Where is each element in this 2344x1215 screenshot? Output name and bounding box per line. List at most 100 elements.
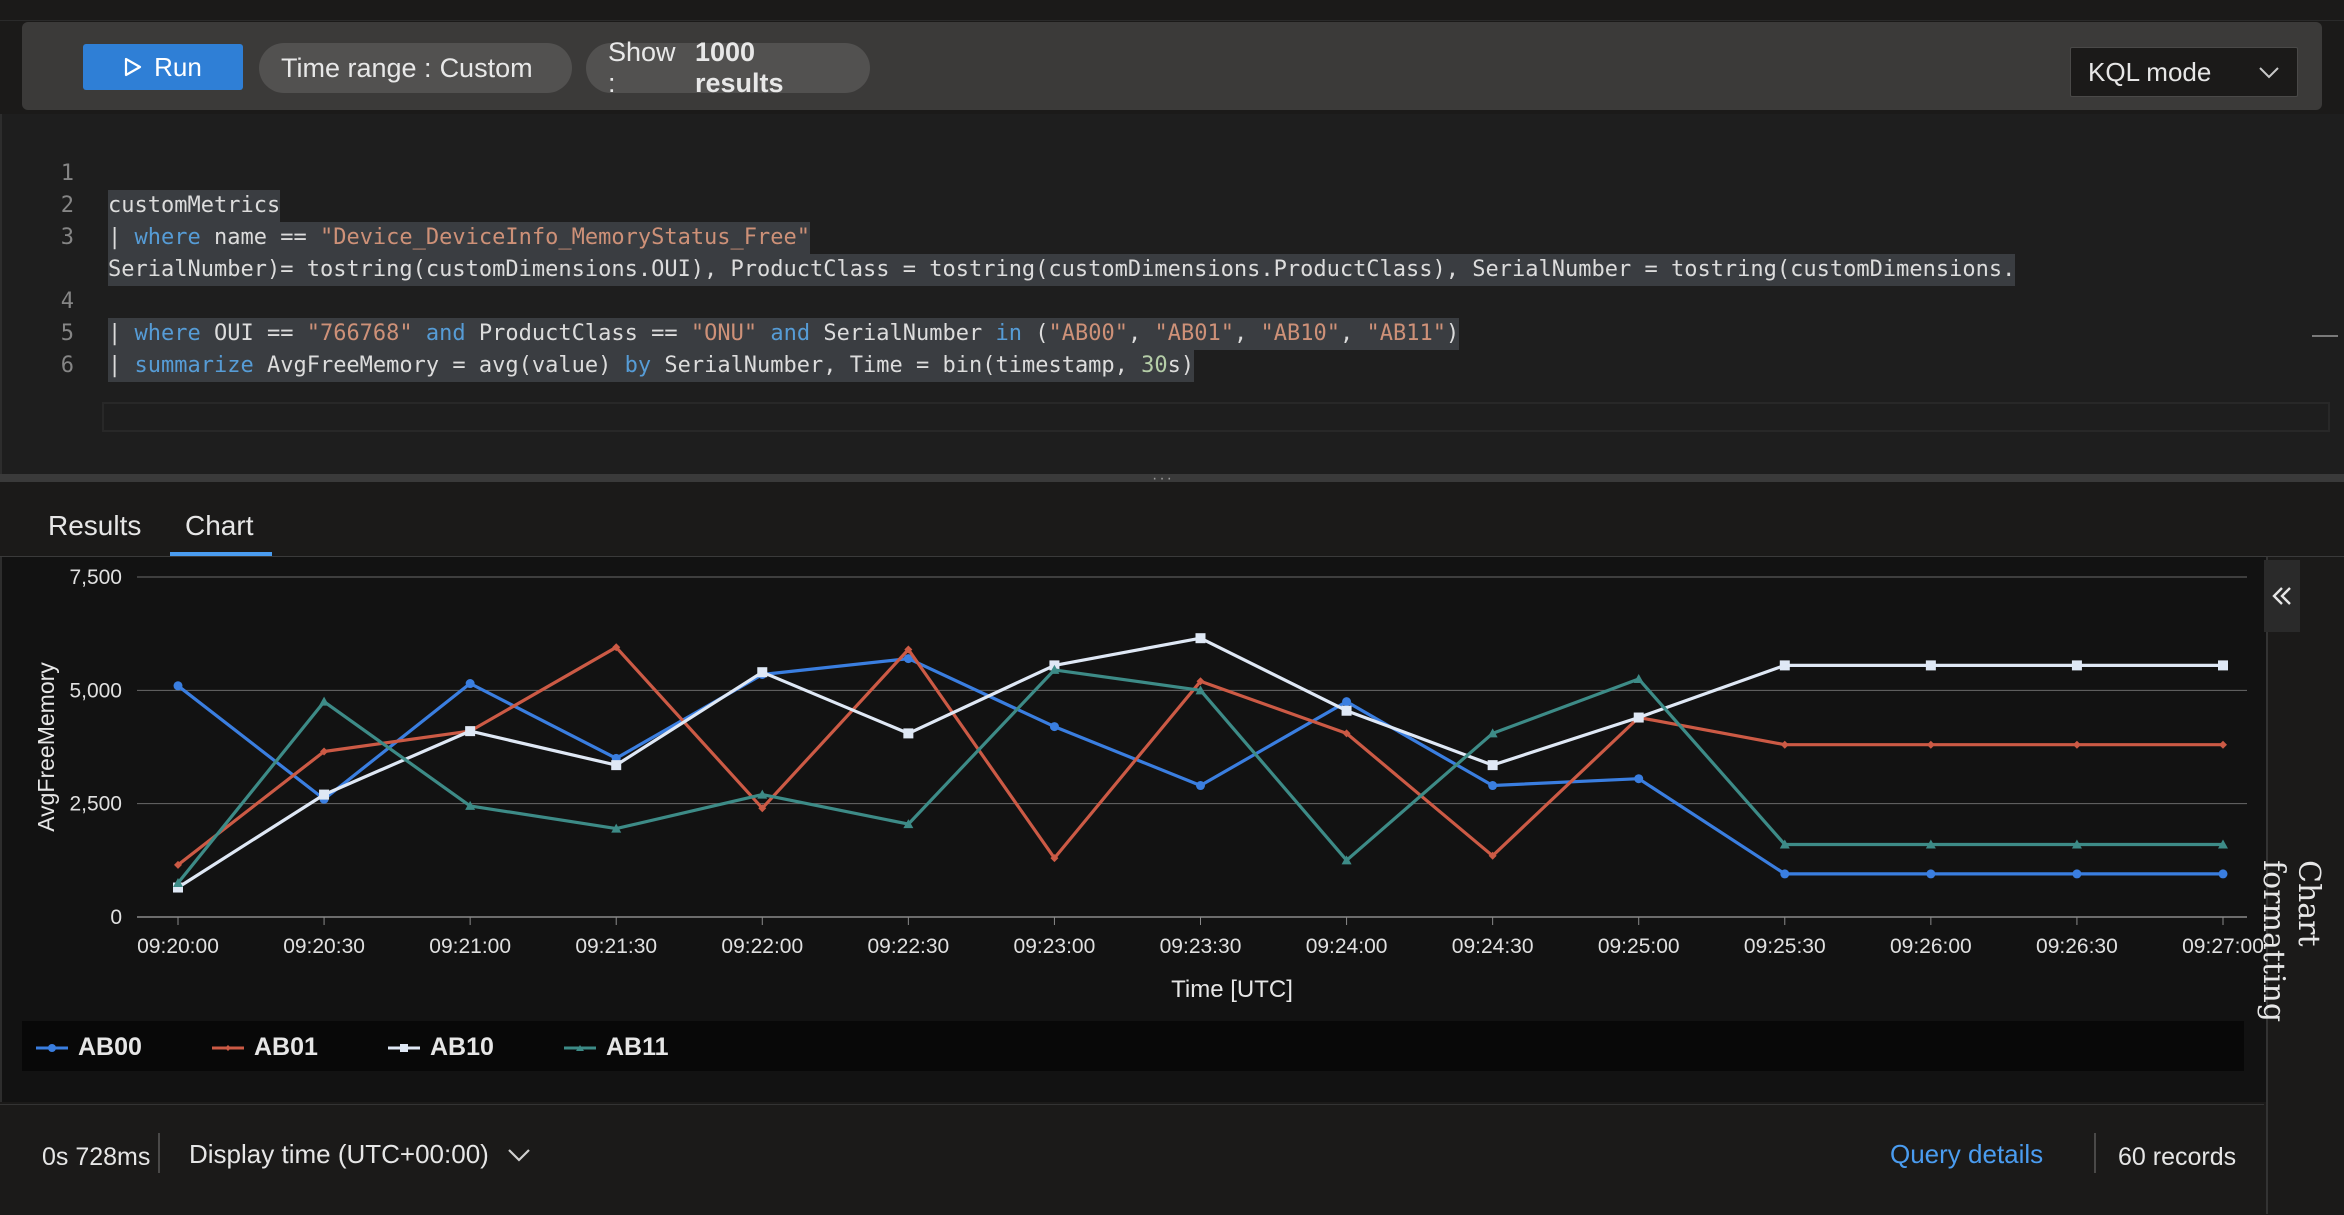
data-point-ab00 bbox=[2218, 869, 2228, 879]
code-text: | where OUI == "766768" and ProductClass… bbox=[108, 318, 1460, 350]
play-icon bbox=[125, 57, 142, 77]
data-point-ab00 bbox=[1488, 781, 1498, 791]
tab-results[interactable]: Results bbox=[48, 510, 141, 542]
data-point-ab00 bbox=[2072, 869, 2082, 879]
legend-swatch-icon bbox=[36, 1043, 68, 1052]
query-mode-select[interactable]: KQL mode bbox=[2070, 47, 2298, 97]
query-editor[interactable]: 1 customMetrics 2 | where name == "Devic… bbox=[0, 114, 2344, 571]
data-point-ab00 bbox=[1342, 697, 1352, 707]
code-line: 1 customMetrics bbox=[2, 126, 281, 222]
y-tick-label: 5,000 bbox=[69, 679, 122, 702]
data-point-ab10 bbox=[2071, 660, 2082, 671]
time-range-picker[interactable]: Time range : Custom bbox=[259, 43, 572, 93]
double-chevron-left-icon bbox=[2272, 587, 2291, 605]
data-point-ab01 bbox=[2072, 740, 2081, 749]
legend-label: AB11 bbox=[606, 1033, 669, 1061]
record-count: 60 records bbox=[2118, 1143, 2237, 1171]
legend-swatch-icon bbox=[564, 1044, 596, 1051]
status-bar: 0s 728ms Display time (UTC+00:00) Query … bbox=[0, 1104, 2264, 1215]
top-strip bbox=[0, 0, 2344, 21]
code-line: 4 | where OUI == "766768" and ProductCla… bbox=[2, 254, 1460, 350]
data-point-ab11 bbox=[1633, 674, 1644, 683]
data-point-ab00 bbox=[1049, 722, 1059, 732]
data-point-ab00 bbox=[1926, 869, 1936, 879]
x-tick-label: 09:25:30 bbox=[1744, 935, 1826, 958]
data-point-ab00 bbox=[1196, 781, 1205, 791]
data-point-ab10 bbox=[1341, 705, 1352, 716]
legend-item-ab01[interactable]: AB01 bbox=[212, 1033, 318, 1062]
legend-swatch-icon bbox=[388, 1043, 420, 1052]
divider bbox=[158, 1133, 160, 1173]
data-point-ab10 bbox=[465, 726, 476, 737]
data-point-ab01 bbox=[2219, 740, 2227, 749]
x-tick-label: 09:22:30 bbox=[867, 935, 949, 958]
data-point-ab10 bbox=[1633, 712, 1644, 723]
legend-item-ab00[interactable]: AB00 bbox=[36, 1033, 142, 1062]
data-point-ab01 bbox=[1926, 740, 1935, 749]
data-point-ab10 bbox=[611, 760, 622, 771]
data-point-ab10 bbox=[757, 667, 768, 678]
result-limit-picker[interactable]: Show : 1000 results bbox=[586, 37, 870, 98]
x-tick-label: 09:21:00 bbox=[429, 935, 511, 958]
data-point-ab10 bbox=[2218, 660, 2228, 671]
query-mode-value: KQL mode bbox=[2088, 56, 2212, 87]
y-tick-label: 7,500 bbox=[69, 566, 122, 589]
code-line: 6 bbox=[2, 318, 74, 378]
code-text: SerialNumber) bbox=[108, 254, 281, 286]
code-line: 3 | extend OUI = tostring(customDimensio… bbox=[2, 190, 2016, 286]
query-duration: 0s 728ms bbox=[42, 1143, 151, 1171]
current-line-highlight bbox=[102, 402, 2330, 432]
display-time-dropdown[interactable]: Display time (UTC+00:00) bbox=[189, 1139, 531, 1170]
x-tick-label: 09:26:30 bbox=[2036, 935, 2118, 958]
legend-item-ab11[interactable]: AB11 bbox=[564, 1033, 669, 1062]
tab-chart[interactable]: Chart bbox=[185, 510, 253, 542]
display-time-label: Display time (UTC+00:00) bbox=[189, 1139, 489, 1169]
x-axis-title: Time [UTC] bbox=[1171, 976, 1293, 1003]
x-tick-label: 09:20:30 bbox=[283, 935, 365, 958]
x-tick-label: 09:22:00 bbox=[721, 935, 803, 958]
x-tick-label: 09:23:00 bbox=[1014, 935, 1096, 958]
divider bbox=[2094, 1133, 2096, 1173]
code-line-wrapped: SerialNumber) bbox=[2, 222, 281, 286]
data-point-ab00 bbox=[1780, 869, 1790, 879]
x-tick-label: 09:26:00 bbox=[1890, 935, 1972, 958]
result-limit-label: Show : bbox=[608, 37, 676, 98]
chart-legend: AB00 AB01 AB10 AB11 bbox=[22, 1021, 2244, 1071]
expand-panel-button[interactable] bbox=[2264, 560, 2300, 632]
result-tabs: Results Chart bbox=[0, 482, 2344, 557]
code-text: | extend OUI = tostring(customDimensions… bbox=[108, 254, 2016, 286]
series-line-ab10 bbox=[177, 636, 2223, 889]
run-button-label: Run bbox=[154, 51, 202, 82]
data-point-ab10 bbox=[1925, 660, 1936, 671]
x-tick-label: 09:23:30 bbox=[1160, 935, 1242, 958]
data-point-ab10 bbox=[1195, 633, 1206, 644]
x-tick-label: 09:20:00 bbox=[137, 935, 219, 958]
x-tick-label: 09:27:00 bbox=[2182, 935, 2264, 958]
data-point-ab01 bbox=[1780, 740, 1789, 749]
legend-swatch-icon bbox=[212, 1044, 244, 1051]
chevron-down-icon bbox=[2259, 67, 2279, 79]
legend-item-ab10[interactable]: AB10 bbox=[388, 1033, 494, 1062]
run-button[interactable]: Run bbox=[83, 44, 243, 90]
legend-label: AB00 bbox=[78, 1033, 142, 1061]
x-tick-label: 09:25:00 bbox=[1598, 935, 1680, 958]
data-point-ab10 bbox=[1779, 660, 1790, 671]
active-tab-indicator bbox=[170, 552, 272, 556]
editor-scroll-marker bbox=[2312, 335, 2338, 337]
x-tick-label: 09:21:30 bbox=[575, 935, 657, 958]
chart-formatting-label[interactable]: Chart formatting bbox=[2256, 860, 2326, 1080]
query-details-link[interactable]: Query details bbox=[1890, 1139, 2043, 1170]
legend-label: AB10 bbox=[430, 1033, 494, 1061]
time-range-value: Custom bbox=[439, 52, 533, 83]
data-point-ab11 bbox=[319, 696, 330, 706]
x-tick-label: 09:24:30 bbox=[1452, 935, 1534, 958]
query-toolbar: Run Time range : Custom Show : 1000 resu… bbox=[22, 22, 2322, 110]
y-tick-label: 2,500 bbox=[69, 793, 122, 816]
chevron-down-icon bbox=[508, 1148, 530, 1162]
y-tick-label: 0 bbox=[110, 906, 122, 929]
code-text: | summarize AvgFreeMemory = avg(value) b… bbox=[108, 350, 1195, 382]
data-point-ab10 bbox=[903, 728, 914, 739]
legend-label: AB01 bbox=[254, 1033, 318, 1061]
code-line: 2 | where name == "Device_DeviceInfo_Mem… bbox=[2, 158, 811, 254]
code-text: customMetrics bbox=[108, 190, 281, 222]
